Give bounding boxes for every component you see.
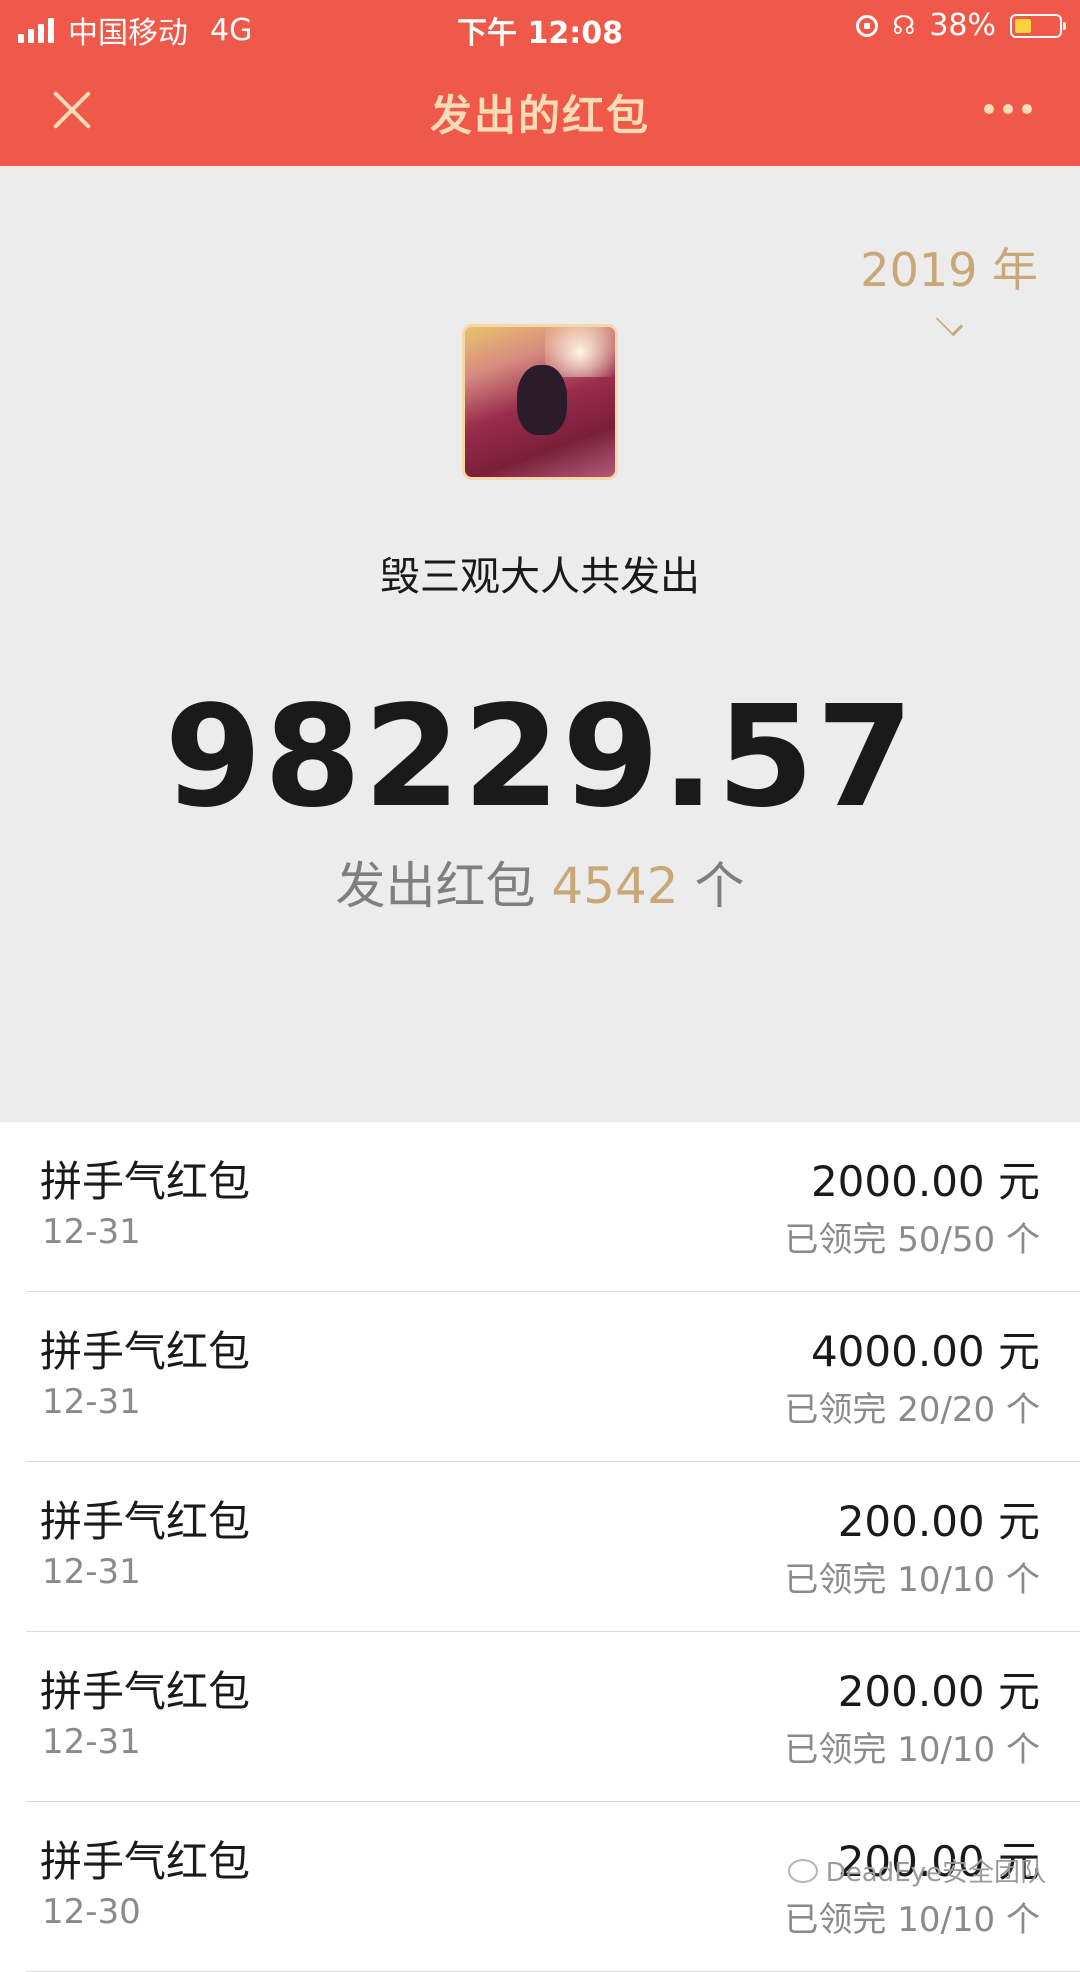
packet-amount: 2000.00 元	[810, 1157, 1040, 1206]
watermark: DeadEye安全团队	[787, 1852, 1046, 1889]
sender-caption: 毁三观大人共发出	[380, 554, 700, 600]
list-item[interactable]: 拼手气红包 12-31 200.00 元 已领完 10/10 个	[26, 1462, 1080, 1632]
packet-amount: 4000.00 元	[810, 1327, 1040, 1376]
headphones-icon: ☊	[892, 10, 916, 41]
packet-status: 已领完 10/10 个	[784, 1900, 1040, 1940]
packet-date: 12-31	[42, 1552, 141, 1592]
packet-type: 拼手气红包	[40, 1837, 251, 1886]
packet-count: 4542	[551, 857, 679, 915]
chevron-down-icon	[935, 308, 963, 337]
rotation-lock-icon	[856, 14, 879, 37]
page-title: 发出的红包	[429, 91, 650, 140]
battery-fill	[1015, 18, 1031, 33]
packet-date: 12-31	[42, 1722, 141, 1762]
packet-status: 已领完 10/10 个	[784, 1560, 1040, 1600]
wechat-icon	[787, 1858, 818, 1883]
packet-date: 12-31	[42, 1382, 141, 1422]
list-item[interactable]: 拼手气红包 12-31 200.00 元 已领完 10/10 个	[26, 1632, 1080, 1802]
packet-date: 12-30	[42, 1892, 141, 1932]
packet-status: 已领完 10/10 个	[784, 1730, 1040, 1770]
year-label: 2019 年	[860, 243, 1038, 297]
packet-type: 拼手气红包	[40, 1157, 251, 1206]
count-prefix: 发出红包	[335, 857, 536, 915]
packet-list: 拼手气红包 12-31 2000.00 元 已领完 50/50 个 拼手气红包 …	[0, 1122, 1080, 1972]
list-item[interactable]: 拼手气红包 12-31 4000.00 元 已领完 20/20 个	[26, 1292, 1080, 1462]
avatar	[462, 324, 618, 480]
packet-amount: 200.00 元	[837, 1667, 1040, 1716]
year-selector[interactable]: 2019 年	[860, 234, 1038, 337]
packet-amount: 200.00 元	[837, 1497, 1040, 1546]
battery-icon	[1010, 13, 1066, 38]
summary-panel: 2019 年 毁三观大人共发出 98229.57 发出红包 4542 个	[0, 166, 1080, 1122]
list-item[interactable]: 拼手气红包 12-31 2000.00 元 已领完 50/50 个	[26, 1122, 1080, 1292]
status-bar: 中国移动 4G 下午 12:08 ☊ 38%	[0, 0, 1080, 54]
watermark-text: DeadEye安全团队	[825, 1858, 1046, 1888]
packet-status: 已领完 50/50 个	[784, 1220, 1040, 1260]
packet-status: 已领完 20/20 个	[784, 1390, 1040, 1430]
count-suffix: 个	[694, 857, 745, 915]
packet-date: 12-31	[42, 1212, 141, 1252]
packet-type: 拼手气红包	[40, 1667, 251, 1716]
more-icon[interactable]	[984, 104, 1032, 114]
battery-percent: 38%	[929, 8, 996, 43]
nav-bar: 发出的红包	[0, 54, 1080, 166]
packet-count-line: 发出红包 4542 个	[0, 846, 1080, 918]
total-amount: 98229.57	[164, 676, 916, 839]
packet-type: 拼手气红包	[40, 1497, 251, 1546]
packet-type: 拼手气红包	[40, 1327, 251, 1376]
